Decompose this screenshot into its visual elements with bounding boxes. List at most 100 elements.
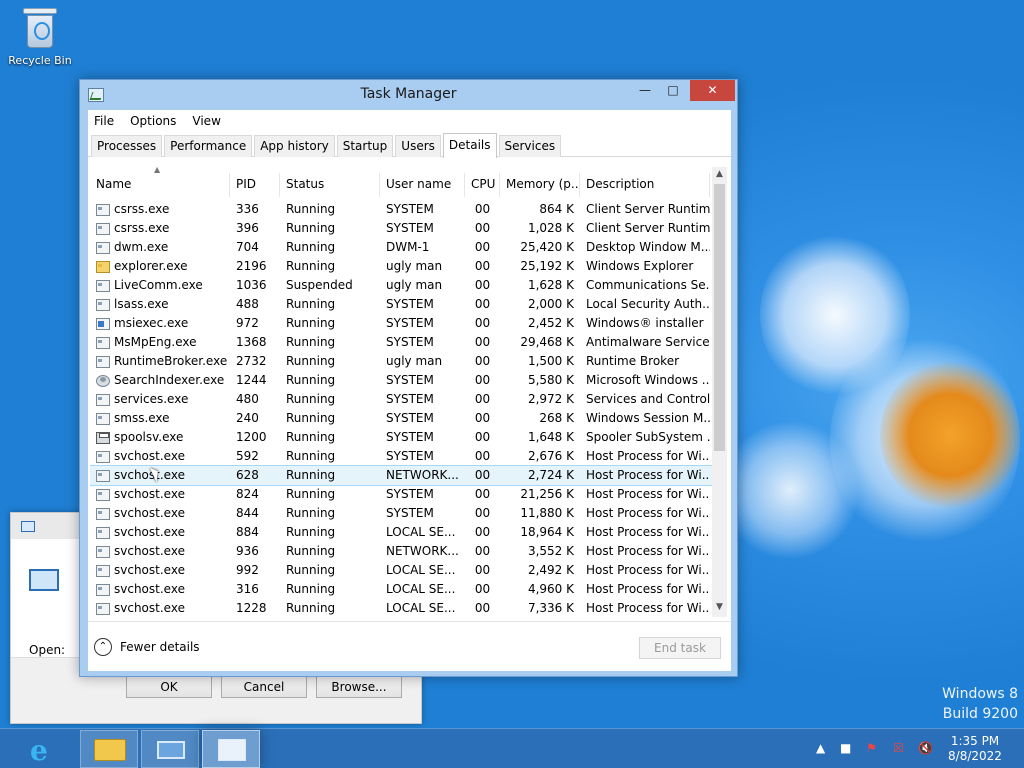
cell-user-name: SYSTEM — [386, 411, 434, 425]
table-row[interactable]: svchost.exe 824 Running SYSTEM 00 21,256 K Hos… — [90, 485, 712, 504]
fewer-details-button[interactable]: ⌃ Fewer details — [94, 638, 200, 656]
table-row[interactable]: dwm.exe 704 Running DWM-1 00 25,420 K Desktop … — [90, 238, 712, 257]
tab-app-history[interactable]: App history — [254, 135, 335, 157]
table-row[interactable]: svchost.exe 592 Running SYSTEM 00 2,676 K Host… — [90, 447, 712, 466]
table-row[interactable]: smss.exe 240 Running SYSTEM 00 268 K Windows S… — [90, 409, 712, 428]
table-row[interactable]: svchost.exe 844 Running SYSTEM 00 11,880 K Hos… — [90, 504, 712, 523]
table-row[interactable]: msiexec.exe 972 Running SYSTEM 00 2,452 K Wind… — [90, 314, 712, 333]
column-header-memory[interactable]: Memory (p... — [500, 173, 580, 197]
cell-pid: 1228 — [236, 601, 267, 615]
table-row[interactable]: RuntimeBroker.exe 2732 Running ugly man 00 1,… — [90, 352, 712, 371]
cell-status: Running — [286, 297, 336, 311]
column-header-status[interactable]: Status — [280, 173, 380, 197]
menu-view[interactable]: View — [192, 114, 220, 128]
run-icon — [157, 741, 185, 759]
cell-name: services.exe — [90, 390, 230, 409]
cell-pid: 1200 — [236, 430, 267, 444]
tab-performance[interactable]: Performance — [164, 135, 253, 157]
scroll-down-icon[interactable]: ▼ — [712, 600, 727, 615]
ok-button[interactable]: OK — [126, 676, 212, 698]
taskbar-internet-explorer[interactable]: e — [16, 730, 74, 768]
table-row[interactable]: explorer.exe 2196 Running ugly man 00 25,192 … — [90, 257, 712, 276]
show-hidden-icons-icon[interactable]: ▲ — [816, 741, 825, 755]
task-manager-app-icon — [88, 88, 104, 102]
cell-description: Host Process for Wi... — [586, 525, 710, 539]
window-icon — [96, 355, 110, 368]
cell-pid: 2196 — [236, 259, 267, 273]
speaker-muted-icon[interactable]: 🔇 — [918, 741, 933, 755]
table-row[interactable]: SearchIndexer.exe 1244 Running SYSTEM 00 5,58… — [90, 371, 712, 390]
window-icon — [96, 336, 110, 349]
process-name: svchost.exe — [114, 449, 185, 463]
cell-cpu: 00 — [474, 430, 491, 444]
taskbar-task-manager[interactable] — [202, 730, 260, 768]
tab-processes[interactable]: Processes — [91, 135, 163, 157]
menu-file[interactable]: File — [94, 114, 114, 128]
cell-pid: 336 — [236, 202, 259, 216]
cell-user-name: SYSTEM — [386, 316, 434, 330]
table-row[interactable]: svchost.exe 992 Running LOCAL SE... 00 2,492 … — [90, 561, 712, 580]
table-row[interactable]: services.exe 480 Running SYSTEM 00 2,972 K Ser… — [90, 390, 712, 409]
windows-watermark: Windows 8 Build 9200 — [942, 684, 1018, 724]
tab-details[interactable]: Details — [442, 133, 497, 158]
maximize-button[interactable]: □ — [660, 80, 686, 101]
scrollbar-thumb[interactable] — [714, 184, 725, 451]
end-task-button[interactable]: End task — [639, 637, 721, 659]
cell-cpu: 00 — [474, 468, 491, 482]
tab-services[interactable]: Services — [498, 135, 562, 157]
cell-description: Windows Explorer — [586, 259, 694, 273]
cell-cpu: 00 — [474, 202, 491, 216]
column-header-name[interactable]: Name — [90, 173, 230, 197]
window-icon — [96, 203, 110, 216]
cell-status: Running — [286, 487, 336, 501]
table-row[interactable]: csrss.exe 396 Running SYSTEM 00 1,028 K Client… — [90, 219, 712, 238]
window-icon — [96, 450, 110, 463]
scroll-up-icon[interactable]: ▲ — [712, 167, 727, 182]
window-icon — [96, 488, 110, 501]
taskbar-run[interactable] — [141, 730, 199, 768]
vertical-scrollbar[interactable]: ▲ ▼ — [712, 167, 727, 617]
table-row[interactable]: MsMpEng.exe 1368 Running SYSTEM 00 29,468 K An… — [90, 333, 712, 352]
table-row[interactable]: spoolsv.exe 1200 Running SYSTEM 00 1,648 K Spo… — [90, 428, 712, 447]
table-row[interactable]: svchost.exe 628 Running NETWORK... 00 2,724 K… — [90, 465, 713, 486]
process-name: services.exe — [114, 392, 189, 406]
table-row[interactable]: csrss.exe 336 Running SYSTEM 00 864 K Client S… — [90, 200, 712, 219]
network-error-icon[interactable]: ☒ — [893, 741, 904, 755]
menu-options[interactable]: Options — [130, 114, 176, 128]
cell-status: Running — [286, 354, 336, 368]
action-center-icon[interactable]: ■ — [840, 741, 851, 755]
process-name: csrss.exe — [114, 202, 170, 216]
task-manager-footer: ⌃ Fewer details End task — [88, 621, 731, 671]
cell-status: Running — [286, 449, 336, 463]
column-header-cpu[interactable]: CPU — [465, 173, 500, 197]
table-row[interactable]: svchost.exe 316 Running LOCAL SE... 00 4,960 … — [90, 580, 712, 599]
column-header-user-name[interactable]: User name — [380, 173, 465, 197]
cancel-button[interactable]: Cancel — [221, 676, 307, 698]
column-header-pid[interactable]: PID — [230, 173, 280, 197]
flag-alert-icon[interactable]: ⚑ — [866, 741, 877, 755]
taskbar-clock[interactable]: 1:35 PM 8/8/2022 — [940, 734, 1010, 764]
cell-name: svchost.exe — [90, 542, 230, 561]
cell-pid: 1368 — [236, 335, 267, 349]
table-row[interactable]: svchost.exe 884 Running LOCAL SE... 00 18,964… — [90, 523, 712, 542]
cell-description: Host Process for Wi... — [586, 582, 710, 596]
recycle-bin[interactable]: Recycle Bin — [6, 8, 74, 67]
tab-startup[interactable]: Startup — [336, 135, 394, 157]
table-body: csrss.exe 336 Running SYSTEM 00 864 K Client S… — [90, 200, 713, 617]
cell-status: Running — [286, 392, 336, 406]
cell-status: Running — [286, 506, 336, 520]
column-header-description[interactable]: Description — [580, 173, 710, 197]
tab-users[interactable]: Users — [395, 135, 441, 157]
browse-button[interactable]: Browse... — [316, 676, 402, 698]
taskbar-file-explorer[interactable] — [80, 730, 138, 768]
table-row[interactable]: LiveComm.exe 1036 Suspended ugly man 00 1,628… — [90, 276, 712, 295]
minimize-button[interactable]: — — [632, 80, 658, 101]
task-manager-titlebar[interactable]: Task Manager — □ ✕ — [80, 80, 737, 110]
cell-name: csrss.exe — [90, 219, 230, 238]
cell-status: Running — [286, 411, 336, 425]
close-button[interactable]: ✕ — [690, 80, 735, 101]
cell-name: RuntimeBroker.exe — [90, 352, 230, 371]
table-row[interactable]: lsass.exe 488 Running SYSTEM 00 2,000 K Local … — [90, 295, 712, 314]
table-row[interactable]: svchost.exe 1228 Running LOCAL SE... 00 7,336… — [90, 599, 712, 617]
table-row[interactable]: svchost.exe 936 Running NETWORK... 00 3,552 K… — [90, 542, 712, 561]
